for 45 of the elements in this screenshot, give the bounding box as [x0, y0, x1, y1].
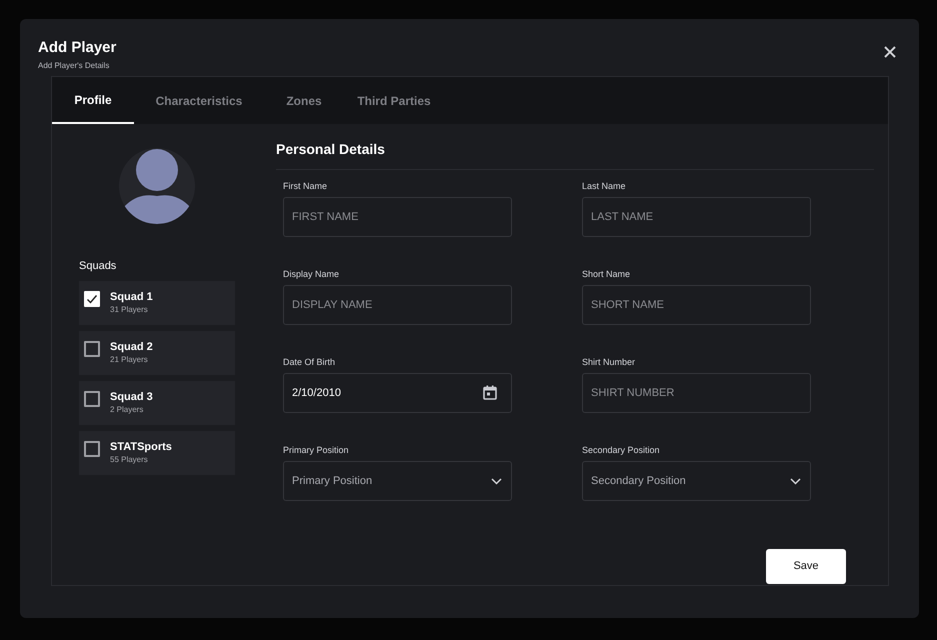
- chevron-down-icon: [790, 478, 801, 484]
- input-field[interactable]: FIRST NAME: [283, 197, 512, 237]
- close-button[interactable]: [883, 45, 897, 59]
- player-count: 31 Players: [110, 304, 149, 316]
- squad-name: STATSports: [110, 440, 172, 454]
- player-count: 55 Players: [110, 454, 149, 466]
- player-count: 21 Players: [110, 354, 149, 366]
- field-label: Last Name: [582, 180, 627, 192]
- squad-item[interactable]: Squad 2 21 Players: [79, 330, 235, 374]
- player-count: 2 Players: [110, 404, 144, 416]
- squad-item[interactable]: Squad 1 31 Players: [79, 280, 235, 324]
- squad-item[interactable]: Squad 3 2 Players: [79, 380, 235, 424]
- field-label: Display Name: [283, 268, 340, 280]
- chevron-down-icon: [491, 478, 502, 484]
- tab[interactable]: Profile: [52, 77, 134, 124]
- squad-name: Squad 3: [110, 390, 153, 404]
- save-button[interactable]: Save: [766, 549, 846, 584]
- squad-item[interactable]: STATSports 55 Players: [79, 430, 235, 474]
- checkbox[interactable]: [84, 340, 100, 356]
- field-label: First Name: [283, 180, 328, 192]
- field-label: Secondary Position: [582, 444, 661, 456]
- field-label: Short Name: [582, 268, 632, 280]
- dropdown[interactable]: Secondary Position: [582, 461, 811, 501]
- field-label: Date Of Birth: [283, 356, 336, 368]
- section-title: Personal Details: [276, 141, 386, 157]
- field-label: Primary Position: [283, 444, 350, 456]
- dialog-subtitle: Add Player's Details: [38, 60, 110, 72]
- checkbox[interactable]: [84, 440, 100, 456]
- field-label: Shirt Number: [582, 356, 636, 368]
- checkbox[interactable]: [84, 390, 100, 406]
- squads-label: Squads: [79, 259, 118, 274]
- calendar-icon[interactable]: [483, 385, 497, 400]
- input-field[interactable]: SHORT NAME: [582, 285, 811, 325]
- dropdown[interactable]: Primary Position: [283, 461, 512, 501]
- tab[interactable]: Third Parties: [344, 77, 444, 124]
- input-field[interactable]: DISPLAY NAME: [283, 285, 512, 325]
- dialog-title: Add Player: [38, 39, 116, 57]
- squad-name: Squad 2: [110, 340, 153, 354]
- tab[interactable]: Characteristics: [134, 77, 264, 124]
- checkmark-icon: [86, 292, 98, 304]
- input-field[interactable]: LAST NAME: [582, 197, 811, 237]
- tab[interactable]: Zones: [264, 77, 344, 124]
- date-field[interactable]: 2/10/2010: [283, 373, 512, 413]
- squad-name: Squad 1: [110, 290, 153, 304]
- input-field[interactable]: SHIRT NUMBER: [582, 373, 811, 413]
